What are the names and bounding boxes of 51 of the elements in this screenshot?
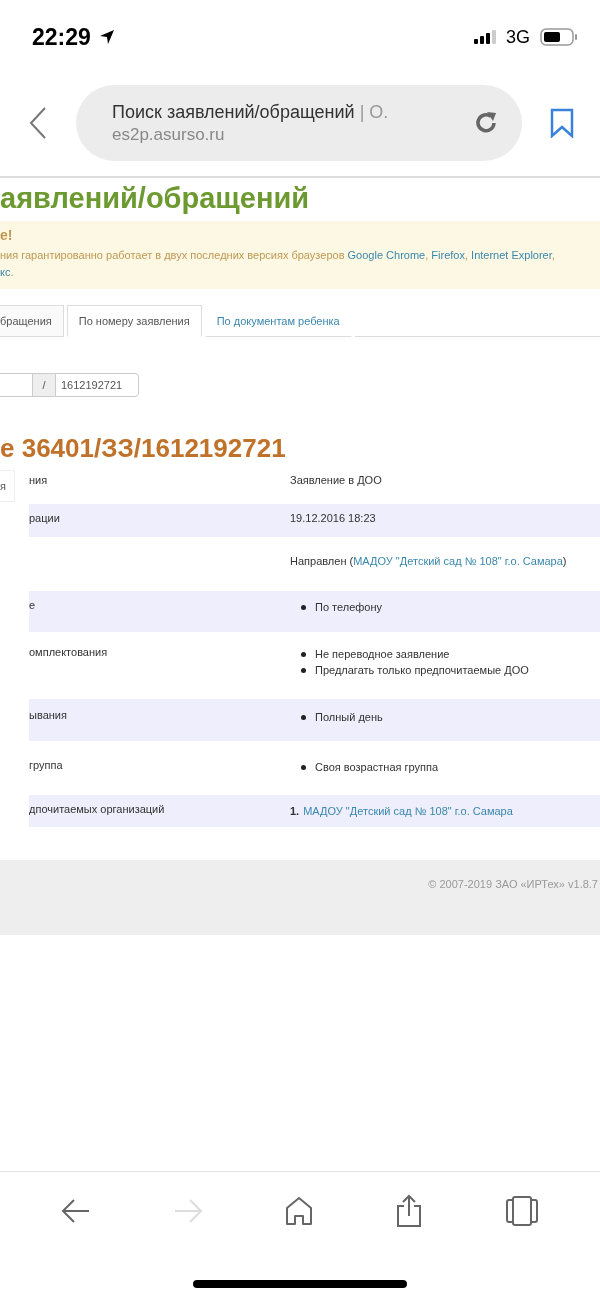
list-item: Предлагать только предпочитаемые ДОО: [315, 663, 529, 678]
list-item: По телефону: [315, 600, 383, 615]
bullet-icon: [301, 667, 306, 673]
url-text: es2p.asurso.ru: [112, 124, 226, 145]
separator-addon: /: [33, 373, 55, 397]
bookmark-icon[interactable]: [550, 108, 574, 138]
list-number: 1.: [290, 804, 300, 819]
field-label: ния: [29, 474, 48, 486]
bullet-icon: [301, 651, 306, 657]
organization-link[interactable]: МАДОУ "Детский сад № 108" г.о. Самара: [303, 803, 513, 819]
share-icon[interactable]: [395, 1194, 423, 1228]
tab[interactable]: По номеру заявления: [66, 305, 202, 337]
field-label: омплектования: [29, 646, 108, 658]
back-icon[interactable]: [28, 106, 48, 140]
address-bar[interactable]: Поиск заявлений/обращений | О. es2p.asurso.ru: [76, 85, 522, 161]
field-label: рации: [29, 512, 60, 524]
list-item: Своя возрастная группа: [315, 760, 439, 775]
browser-link[interactable]: Google Chrome: [347, 249, 426, 261]
application-heading: е 36401/ЗЗ/1612192721: [0, 433, 287, 464]
page-title: Поиск заявлений/обращений: [112, 101, 355, 122]
page-title-more: | О.: [359, 101, 389, 122]
organization-link[interactable]: МАДОУ "Детский сад № 108" г.о. Самара: [353, 555, 563, 567]
page-heading: аявлений/обращений: [0, 182, 311, 215]
alert-heading: е!: [0, 227, 14, 243]
status-value: Направлен (МАДОУ "Детский сад № 108" г.о. Самара): [290, 555, 567, 567]
copyright-text: © 2007-2019 ЗАО «ИРТех» v1.8.7: [428, 878, 598, 892]
clock-time: 22:29: [32, 23, 91, 51]
field-label: группа: [29, 759, 63, 771]
browser-link[interactable]: Internet Explorer: [471, 249, 552, 261]
bullet-icon: [301, 714, 306, 720]
list-item: Полный день: [315, 710, 383, 725]
back-arrow-icon[interactable]: [61, 1198, 91, 1224]
alert-text: ния гарантированно работает в двух последних версиях браузеров Google Chrome, Firefox, Internet Explorer, кс.: [0, 248, 556, 280]
battery-icon: [540, 28, 578, 46]
tabs-icon[interactable]: [505, 1196, 539, 1226]
field-value: Заявление в ДОО: [290, 474, 382, 486]
location-arrow-icon: [98, 29, 115, 45]
home-icon[interactable]: [285, 1196, 313, 1226]
tab[interactable]: По документам ребенка: [204, 305, 352, 337]
browser-link[interactable]: Firefox: [431, 249, 465, 261]
field-label: дпочитаемых организаций: [29, 803, 165, 815]
list-item: Не переводное заявление: [315, 647, 450, 662]
field-label: е: [29, 599, 36, 611]
bullet-icon: [301, 604, 306, 610]
network-type: 3G: [506, 26, 530, 48]
field-label: ывания: [29, 709, 67, 721]
bullet-icon: [301, 764, 306, 770]
side-tab[interactable]: я: [0, 470, 15, 502]
number-field[interactable]: 1612192721: [55, 373, 139, 397]
signal-icon: [474, 30, 496, 44]
field-value: 19.12.2016 18:23: [290, 512, 376, 524]
